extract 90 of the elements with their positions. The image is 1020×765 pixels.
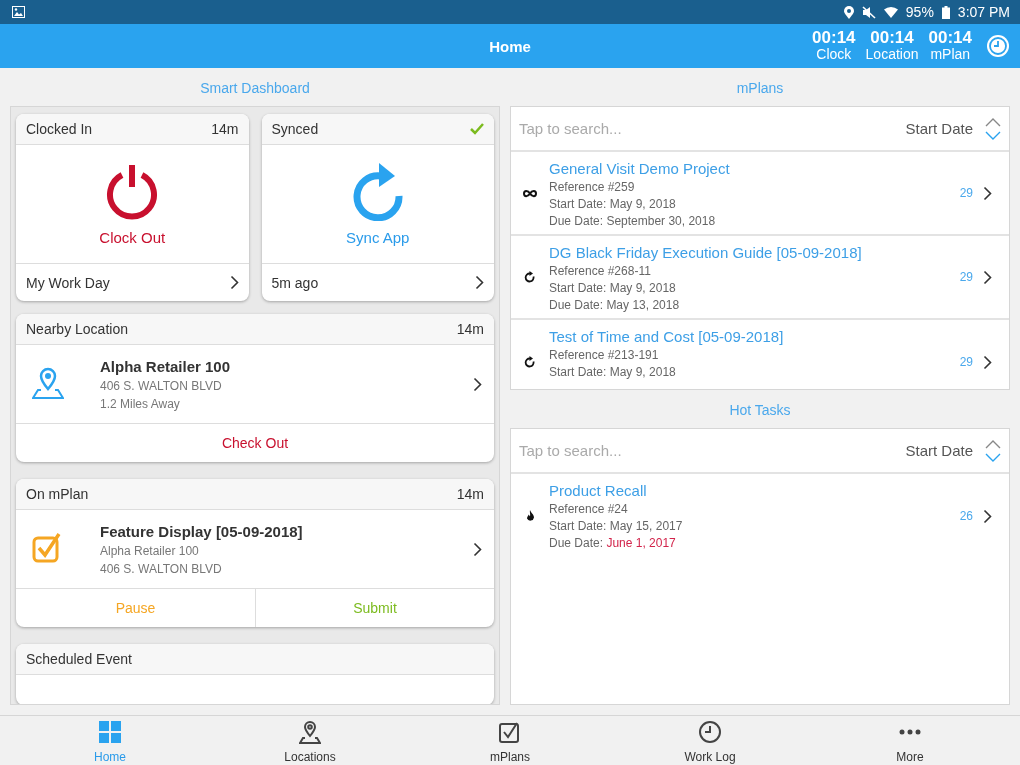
checkbox-icon xyxy=(499,721,521,743)
sort-icon[interactable] xyxy=(985,116,1001,141)
check-out-button[interactable]: Check Out xyxy=(16,424,494,462)
chevron-right-icon xyxy=(983,354,992,370)
start-date-text: Start Date: May 15, 2017 xyxy=(549,518,684,535)
task-count: 29 xyxy=(959,355,973,369)
work-day-link[interactable]: My Work Day xyxy=(16,264,249,301)
location-address: 406 S. WALTON BLVD xyxy=(100,378,223,393)
mplan-row[interactable]: Feature Display [05-09-2018] Alpha Retailer 100 406 S. WALTON BLVD xyxy=(16,510,494,589)
location-name: Alpha Retailer 100 xyxy=(100,357,232,375)
nav-tab[interactable]: More xyxy=(810,716,1010,764)
mute-icon xyxy=(861,5,876,19)
clock-icon[interactable] xyxy=(986,34,1010,58)
timer-value: 00:14 xyxy=(928,29,972,46)
location-icon xyxy=(843,5,854,19)
chevron-right-icon xyxy=(983,508,992,524)
grid-icon xyxy=(99,721,121,743)
infinity-icon xyxy=(522,188,538,198)
due-date-text: Due Date: September 30, 2018 xyxy=(549,213,717,230)
last-sync-link[interactable]: 5m ago xyxy=(261,264,494,301)
chevron-right-icon xyxy=(983,269,992,285)
nav-tab[interactable]: Locations xyxy=(210,716,410,764)
more-icon xyxy=(899,729,921,735)
timer-label: Clock xyxy=(816,46,852,63)
reference-text: Reference #213-191 xyxy=(549,347,660,364)
page-title: Home xyxy=(489,37,531,55)
image-icon xyxy=(12,6,25,18)
location-name: Alpha Retailer 100 xyxy=(100,543,200,558)
duration-text: 14m xyxy=(211,121,239,137)
location-distance: 1.2 Miles Away xyxy=(100,396,181,411)
task-title: General Visit Demo Project xyxy=(549,160,731,177)
map-pin-icon xyxy=(32,365,64,399)
section-title: mPlans xyxy=(735,79,785,98)
due-date-text: Due Date: June 1, 2017 xyxy=(549,535,677,552)
task-row[interactable]: Test of Time and Cost [05-09-2018] Reference #213-191 Start Date: May 9, 2018 29 xyxy=(511,320,1009,389)
card-title: Nearby Location xyxy=(26,321,128,337)
task-title: Test of Time and Cost [05-09-2018] xyxy=(549,328,785,345)
chevron-right-icon xyxy=(473,541,482,557)
sort-label[interactable]: Start Date xyxy=(905,120,973,137)
wifi-icon xyxy=(883,6,898,18)
clock-out-button[interactable]: Clock Out xyxy=(16,145,249,264)
chevron-right-icon xyxy=(473,376,482,392)
chevron-right-icon xyxy=(475,275,484,290)
task-title: Product Recall xyxy=(549,482,648,499)
task-count: 29 xyxy=(959,270,973,284)
refresh-icon xyxy=(524,355,536,369)
flame-icon xyxy=(525,510,535,522)
timer-value: 00:14 xyxy=(812,29,856,46)
reference-text: Reference #24 xyxy=(549,501,629,518)
location-row[interactable]: Alpha Retailer 100 406 S. WALTON BLVD 1.2 Miles Away xyxy=(16,345,494,424)
duration-text: 14m xyxy=(456,486,484,502)
section-title: Hot Tasks xyxy=(728,401,792,420)
task-row[interactable]: DG Black Friday Execution Guide [05-09-2018] Reference #268-11 Start Date: May 9, 2018 Due Date: May 13, 2018 29 xyxy=(511,236,1009,320)
start-date-text: Start Date: May 9, 2018 xyxy=(549,280,677,297)
task-count: 26 xyxy=(959,509,973,523)
refresh-icon xyxy=(524,270,536,284)
mplan-name: Feature Display [05-09-2018] xyxy=(100,522,304,540)
reference-text: Reference #259 xyxy=(549,179,636,196)
reference-text: Reference #268-11 xyxy=(549,263,652,280)
timer-value: 00:14 xyxy=(870,29,914,46)
card-title: Scheduled Event xyxy=(26,651,132,667)
map-pin-icon xyxy=(299,720,321,744)
timer-label: Location xyxy=(865,46,919,63)
card-title: Synced xyxy=(271,121,319,137)
card-title: On mPlan xyxy=(26,486,89,502)
duration-text: 14m xyxy=(456,321,484,337)
location-address: 406 S. WALTON BLVD xyxy=(100,561,223,576)
chevron-right-icon xyxy=(229,275,239,290)
search-field[interactable]: Tap to search... xyxy=(519,442,894,459)
start-date-text: Start Date: May 9, 2018 xyxy=(549,196,677,213)
task-row[interactable]: Product Recall Reference #24 Start Date: May 15, 2017 Due Date: June 1, 2017 26 xyxy=(511,474,1009,558)
sort-icon[interactable] xyxy=(985,438,1001,463)
task-count: 29 xyxy=(959,186,973,200)
timer-label: mPlan xyxy=(930,46,971,63)
search-field[interactable]: Tap to search... xyxy=(519,120,894,137)
clock-icon xyxy=(699,721,721,743)
start-date-text: Start Date: May 9, 2018 xyxy=(549,364,677,381)
card-title: Clocked In xyxy=(26,121,93,137)
power-icon xyxy=(106,162,159,221)
section-title: Smart Dashboard xyxy=(199,79,311,98)
nav-tab[interactable]: mPlans xyxy=(410,716,610,764)
battery-icon xyxy=(941,5,950,19)
due-date-text: Due Date: May 13, 2018 xyxy=(549,297,681,314)
status-time: 3:07 PM xyxy=(957,4,1010,20)
battery-percentage: 95% xyxy=(905,4,934,20)
chevron-right-icon xyxy=(983,185,992,201)
sort-label[interactable]: Start Date xyxy=(905,442,973,459)
task-row[interactable]: General Visit Demo Project Reference #259 Start Date: May 9, 2018 Due Date: September 30, 2018 29 xyxy=(511,152,1009,236)
nav-tab[interactable]: Work Log xyxy=(610,716,810,764)
task-title: DG Black Friday Execution Guide [05-09-2018] xyxy=(549,244,863,261)
